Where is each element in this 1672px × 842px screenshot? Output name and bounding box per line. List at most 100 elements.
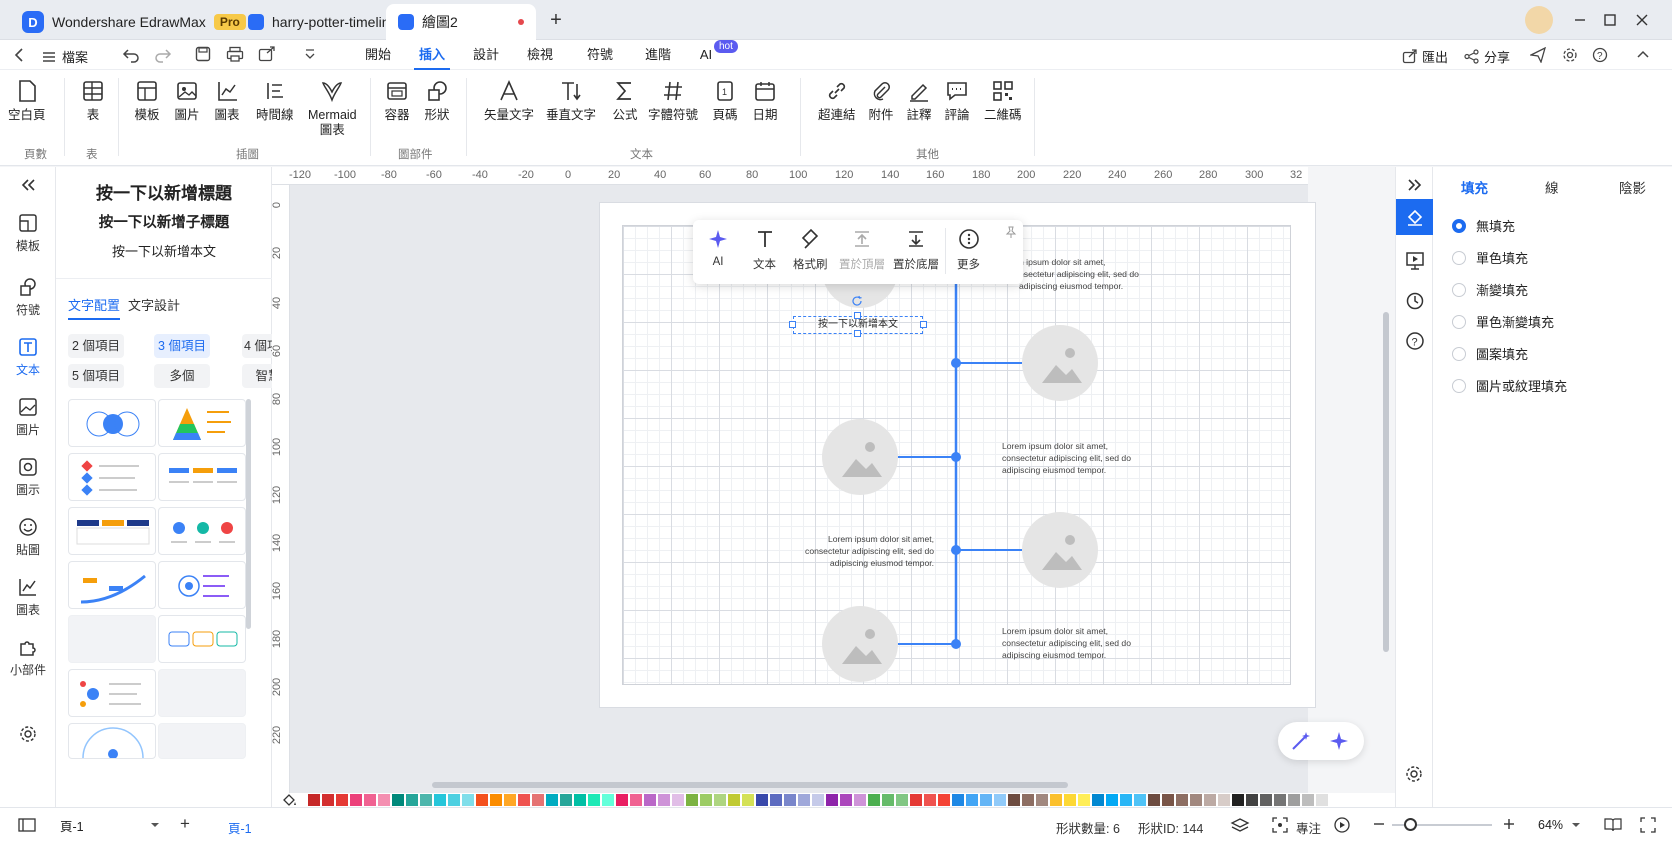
color-swatch[interactable] [448, 794, 460, 806]
page-number-button[interactable]: 1 頁碼 [712, 78, 738, 123]
color-swatch[interactable] [1176, 794, 1188, 806]
layout-thumbnail[interactable] [158, 399, 246, 447]
collapse-ribbon-icon[interactable] [1636, 47, 1650, 61]
float-format-painter-button[interactable]: 格式刷 [793, 228, 828, 272]
formula-button[interactable]: 公式 [612, 78, 638, 123]
color-swatch[interactable] [1022, 794, 1034, 806]
option-3-items[interactable]: 3 個項目 [154, 334, 210, 358]
color-swatch[interactable] [1274, 794, 1286, 806]
panel-settings-icon[interactable] [1405, 765, 1423, 783]
color-swatch[interactable] [462, 794, 474, 806]
rail-widgets[interactable]: 小部件 [0, 637, 56, 678]
color-swatch[interactable] [1302, 794, 1314, 806]
menu-advanced[interactable]: 進階 [640, 40, 676, 70]
color-swatch[interactable] [1120, 794, 1132, 806]
layers-icon[interactable] [1230, 817, 1250, 833]
timeline-text-2[interactable]: Lorem ipsum dolor sit amet, consectetur … [1002, 440, 1152, 476]
close-icon[interactable] [1630, 8, 1654, 32]
color-swatch[interactable] [560, 794, 572, 806]
shape-button[interactable]: 形狀 [424, 78, 450, 123]
timeline-text-4[interactable]: Lorem ipsum dolor sit amet, consectetur … [1002, 625, 1152, 661]
page-panel-icon[interactable] [18, 818, 36, 832]
float-send-back-button[interactable]: 置於底層 [893, 228, 939, 272]
tab-text-layout[interactable]: 文字配置 [68, 295, 121, 320]
book-view-icon[interactable] [1604, 817, 1622, 833]
share-button[interactable]: 分享 [1464, 47, 1510, 66]
pin-icon[interactable] [1005, 226, 1017, 238]
option-2-items[interactable]: 2 個項目 [68, 334, 124, 358]
float-ai-button[interactable]: AI [707, 228, 729, 268]
color-swatch[interactable] [616, 794, 628, 806]
color-swatch[interactable] [672, 794, 684, 806]
image-placeholder[interactable] [1022, 325, 1098, 401]
export-button[interactable]: 匯出 [1402, 47, 1448, 66]
layout-thumbnail[interactable] [68, 561, 156, 609]
zoom-in-icon[interactable] [1502, 816, 1516, 832]
color-swatch[interactable] [406, 794, 418, 806]
color-swatch[interactable] [364, 794, 376, 806]
add-page-button[interactable]: + [180, 814, 190, 834]
horizontal-scrollbar[interactable] [432, 782, 1068, 788]
color-swatch[interactable] [840, 794, 852, 806]
layout-thumbnail[interactable] [158, 507, 246, 555]
color-swatch[interactable] [798, 794, 810, 806]
avatar[interactable] [1525, 6, 1553, 34]
file-menu[interactable]: 檔案 [42, 47, 88, 66]
color-swatch[interactable] [532, 794, 544, 806]
zoom-slider-thumb[interactable] [1404, 818, 1417, 831]
tab-drawing2[interactable]: 繪圖2 [386, 4, 536, 40]
color-swatch[interactable] [1050, 794, 1062, 806]
color-swatch[interactable] [350, 794, 362, 806]
magic-wand-icon[interactable] [1290, 730, 1312, 752]
resize-handle[interactable] [920, 321, 927, 328]
layout-thumbnail[interactable] [68, 723, 156, 759]
tab-harry-potter-timeline[interactable]: harry-potter-timeline [236, 4, 409, 40]
focus-icon[interactable] [1272, 817, 1288, 833]
float-text-button[interactable]: 文本 [753, 228, 776, 272]
menu-home[interactable]: 開始 [360, 40, 396, 70]
minimize-icon[interactable] [1568, 8, 1592, 32]
history-icon[interactable] [1405, 291, 1425, 311]
vertical-text-button[interactable]: 垂直文字 [546, 78, 596, 123]
fill-option-gradient[interactable]: 漸變填充 [1452, 280, 1528, 299]
color-swatch[interactable] [854, 794, 866, 806]
export-small-icon[interactable] [258, 46, 276, 62]
chart-button[interactable]: 圖表 [214, 78, 240, 123]
image-placeholder[interactable] [822, 606, 898, 682]
color-swatch[interactable] [952, 794, 964, 806]
color-swatch[interactable] [812, 794, 824, 806]
blank-page-button[interactable]: 空白頁 [8, 78, 46, 123]
send-icon[interactable] [1530, 47, 1546, 63]
color-swatch[interactable] [322, 794, 334, 806]
color-swatch[interactable] [1092, 794, 1104, 806]
option-5-items[interactable]: 5 個項目 [68, 364, 124, 388]
rail-icons[interactable]: 圖示 [0, 457, 56, 498]
tab-shadow[interactable]: 陰影 [1619, 177, 1646, 197]
color-swatch[interactable] [1148, 794, 1160, 806]
color-swatch[interactable] [756, 794, 768, 806]
layout-thumbnail[interactable] [68, 669, 156, 717]
color-swatch[interactable] [728, 794, 740, 806]
color-swatch[interactable] [336, 794, 348, 806]
menu-insert[interactable]: 插入 [414, 40, 450, 70]
layout-thumbnail[interactable] [68, 399, 156, 447]
zoom-out-icon[interactable] [1372, 816, 1386, 832]
image-button[interactable]: 圖片 [174, 78, 200, 123]
save-icon[interactable] [195, 46, 211, 62]
color-swatch[interactable] [308, 794, 320, 806]
color-swatch[interactable] [924, 794, 936, 806]
menu-view[interactable]: 檢視 [522, 40, 558, 70]
color-swatch[interactable] [644, 794, 656, 806]
color-swatch[interactable] [980, 794, 992, 806]
qrcode-button[interactable]: 二維碼 [984, 78, 1022, 123]
color-swatch[interactable] [630, 794, 642, 806]
fill-option-solid[interactable]: 單色填充 [1452, 248, 1528, 267]
add-body-preset[interactable]: 按一下以新增本文 [56, 241, 272, 260]
expand-panel-icon[interactable] [1406, 177, 1422, 193]
comment-button[interactable]: 評論 [944, 78, 970, 123]
new-tab-button[interactable]: + [544, 8, 568, 32]
color-swatch[interactable] [658, 794, 670, 806]
back-arrow-icon[interactable] [12, 47, 26, 63]
menu-ai[interactable]: AI [696, 40, 716, 70]
resize-handle[interactable] [789, 321, 796, 328]
